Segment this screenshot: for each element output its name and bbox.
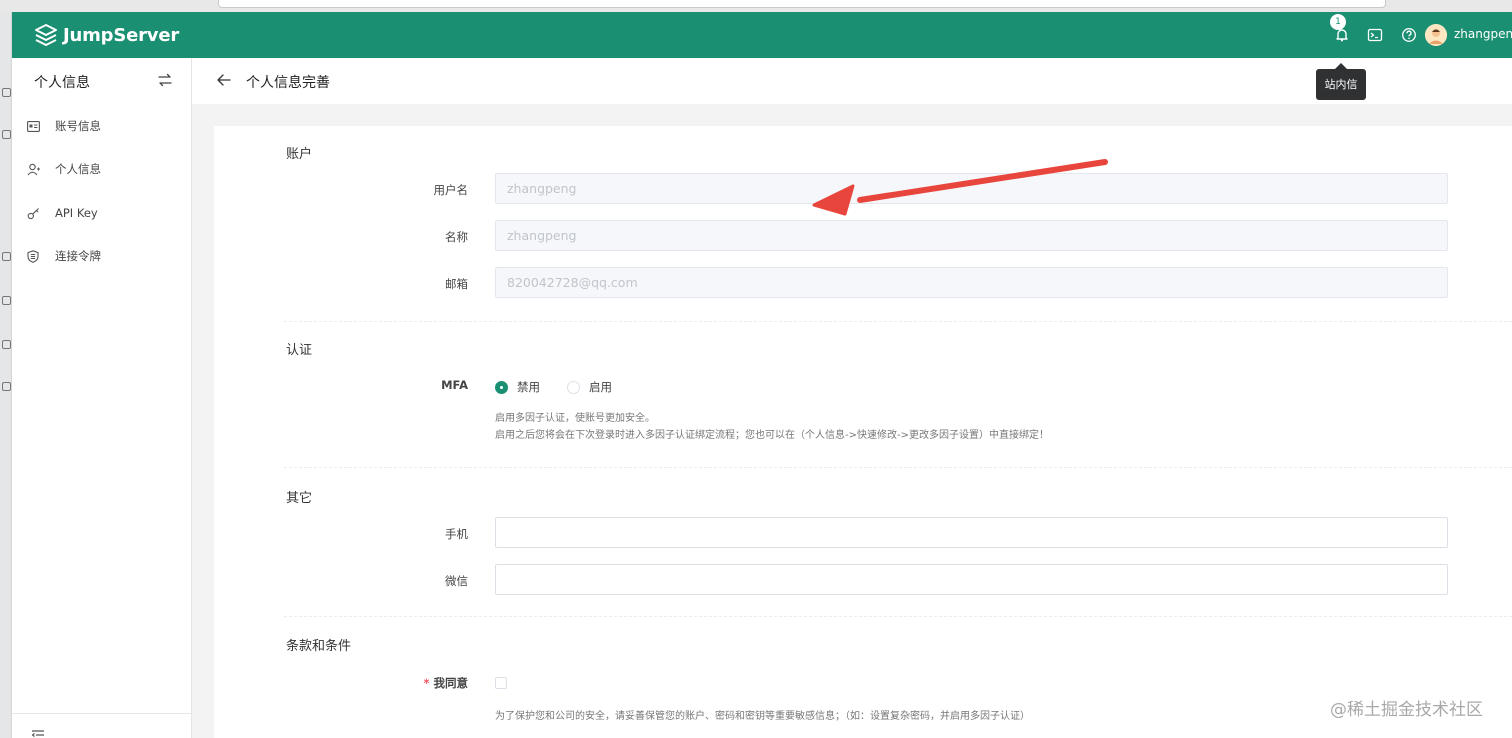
sidebar-item-label: 个人信息 xyxy=(55,162,101,176)
phone-label: 手机 xyxy=(445,527,468,541)
divider xyxy=(12,713,192,714)
required-mark: * xyxy=(423,676,430,690)
sidebar-title: 个人信息 xyxy=(34,75,90,91)
agree-label: * 我同意 xyxy=(328,675,468,691)
menu-icon[interactable] xyxy=(2,252,11,261)
top-navbar: JumpServer xyxy=(12,12,1512,58)
page-title: 个人信息完善 xyxy=(246,75,330,91)
mfa-help-text: 启用之后您将会在下次登录时进入多因子认证绑定流程；您也可以在（个人信息->快速修… xyxy=(495,430,1049,441)
sidebar-item-connection-token[interactable]: 连接令牌 xyxy=(26,244,101,268)
name-field: zhangpeng xyxy=(495,220,1448,251)
menu-icon[interactable] xyxy=(2,382,11,391)
jumpserver-logo-icon xyxy=(35,24,57,46)
browser-chrome xyxy=(0,0,1512,12)
id-card-icon xyxy=(26,119,40,133)
back-arrow-icon[interactable] xyxy=(216,73,232,87)
avatar[interactable] xyxy=(1425,24,1447,46)
divider xyxy=(284,467,1512,468)
watermark: @稀土掘金技术社区 xyxy=(1330,700,1483,720)
section-title-other: 其它 xyxy=(286,491,313,506)
section-title-account: 账户 xyxy=(286,147,313,162)
mfa-option-disable[interactable]: 禁用 xyxy=(495,379,540,395)
email-field: 820042728@qq.com xyxy=(495,267,1448,298)
wechat-field[interactable] xyxy=(495,564,1448,595)
terms-help-text: 为了保护您和公司的安全，请妥善保管您的账户、密码和密钥等重要敏感信息；（如：设置… xyxy=(495,711,1030,722)
divider xyxy=(284,616,1512,617)
radio-label: 禁用 xyxy=(517,380,540,394)
phone-field[interactable] xyxy=(495,517,1448,548)
sidebar-item-label: 账号信息 xyxy=(55,119,101,133)
menu-icon[interactable] xyxy=(2,88,11,97)
agree-checkbox[interactable] xyxy=(495,677,507,689)
user-menu[interactable]: zhangpeng xyxy=(1454,27,1512,41)
collapse-sidebar-icon[interactable] xyxy=(31,729,44,738)
wechat-label: 微信 xyxy=(445,574,468,588)
help-icon[interactable] xyxy=(1400,26,1418,44)
menu-icon[interactable] xyxy=(2,340,11,349)
email-label: 邮箱 xyxy=(445,277,468,291)
sidebar-item-label: API Key xyxy=(55,206,98,220)
radio-button[interactable] xyxy=(495,380,508,394)
radio-button[interactable] xyxy=(567,380,580,394)
browser-address-bar[interactable] xyxy=(218,0,1386,8)
terminal-icon[interactable] xyxy=(1366,26,1384,44)
sidebar: 个人信息 账号信息 个人信息 API Key 连接令牌 xyxy=(12,58,192,738)
mfa-help-text: 启用多因子认证，使账号更加安全。 xyxy=(495,413,655,424)
brand-logo[interactable]: JumpServer xyxy=(34,23,179,47)
key-icon xyxy=(26,206,40,220)
username-field: zhangpeng xyxy=(495,173,1448,204)
mfa-label: MFA xyxy=(441,378,468,392)
menu-icon[interactable] xyxy=(2,296,11,305)
page-header: 个人信息完善 xyxy=(192,58,1512,104)
notification-tooltip: 站内信 xyxy=(1316,63,1366,100)
sidebar-item-personal-info[interactable]: 个人信息 xyxy=(26,157,101,181)
name-label: 名称 xyxy=(445,230,468,244)
radio-label: 启用 xyxy=(589,380,612,394)
user-icon xyxy=(26,162,40,176)
divider xyxy=(284,321,1512,322)
sidebar-item-account-info[interactable]: 账号信息 xyxy=(26,114,101,138)
shield-icon xyxy=(26,249,40,263)
agree-label-text: 我同意 xyxy=(433,676,469,690)
username-label: 用户名 xyxy=(433,183,469,197)
section-title-terms: 条款和条件 xyxy=(286,639,352,654)
notification-badge: 1 xyxy=(1330,14,1346,30)
swap-icon[interactable] xyxy=(157,72,173,88)
brand-name: JumpServer xyxy=(63,24,180,46)
sidebar-item-api-key[interactable]: API Key xyxy=(26,201,98,225)
section-title-auth: 认证 xyxy=(286,343,313,358)
menu-icon[interactable] xyxy=(2,130,11,139)
profile-form-card: 账户 用户名 zhangpeng 名称 zhangpeng 邮箱 8200427… xyxy=(214,126,1512,738)
mfa-option-enable[interactable]: 启用 xyxy=(567,379,612,395)
outer-sidebar xyxy=(0,12,12,738)
sidebar-item-label: 连接令牌 xyxy=(55,249,101,263)
